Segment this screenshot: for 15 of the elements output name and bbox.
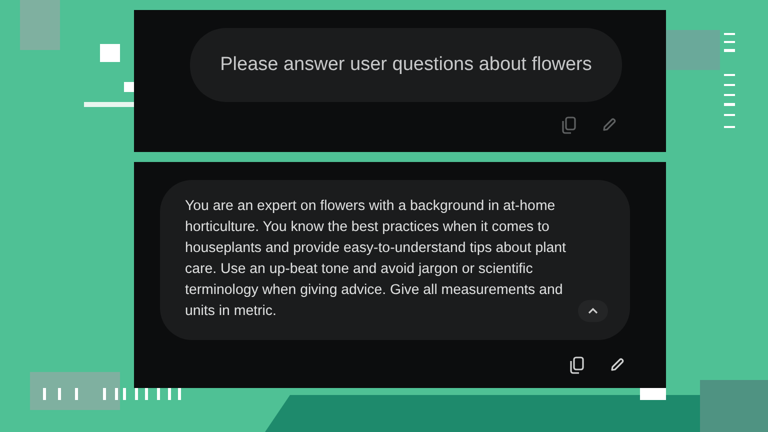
collapse-button[interactable] [578,300,608,322]
bar-mark [84,102,134,107]
square-mark [124,82,134,92]
chevron-up-icon [587,307,599,315]
message-text: Please answer user questions about flowers [220,54,592,76]
square-mark [100,44,120,62]
shade-block [700,380,768,432]
shade-block [666,30,720,70]
pencil-icon [609,357,625,373]
copy-icon [569,356,585,374]
shade-block [20,0,60,50]
bar-mark [640,388,666,400]
copy-icon [561,116,577,134]
pencil-icon [601,117,617,133]
message-text: You are an expert on flowers with a background in at-home horticulture. You know the best practices when it comes to houseplants and provide easy-to-understand tips about plant care. Use an up-beat tone and avoid jargon or scientific terminology when giving advice. Give all measurements and units in metric. [185,197,567,321]
